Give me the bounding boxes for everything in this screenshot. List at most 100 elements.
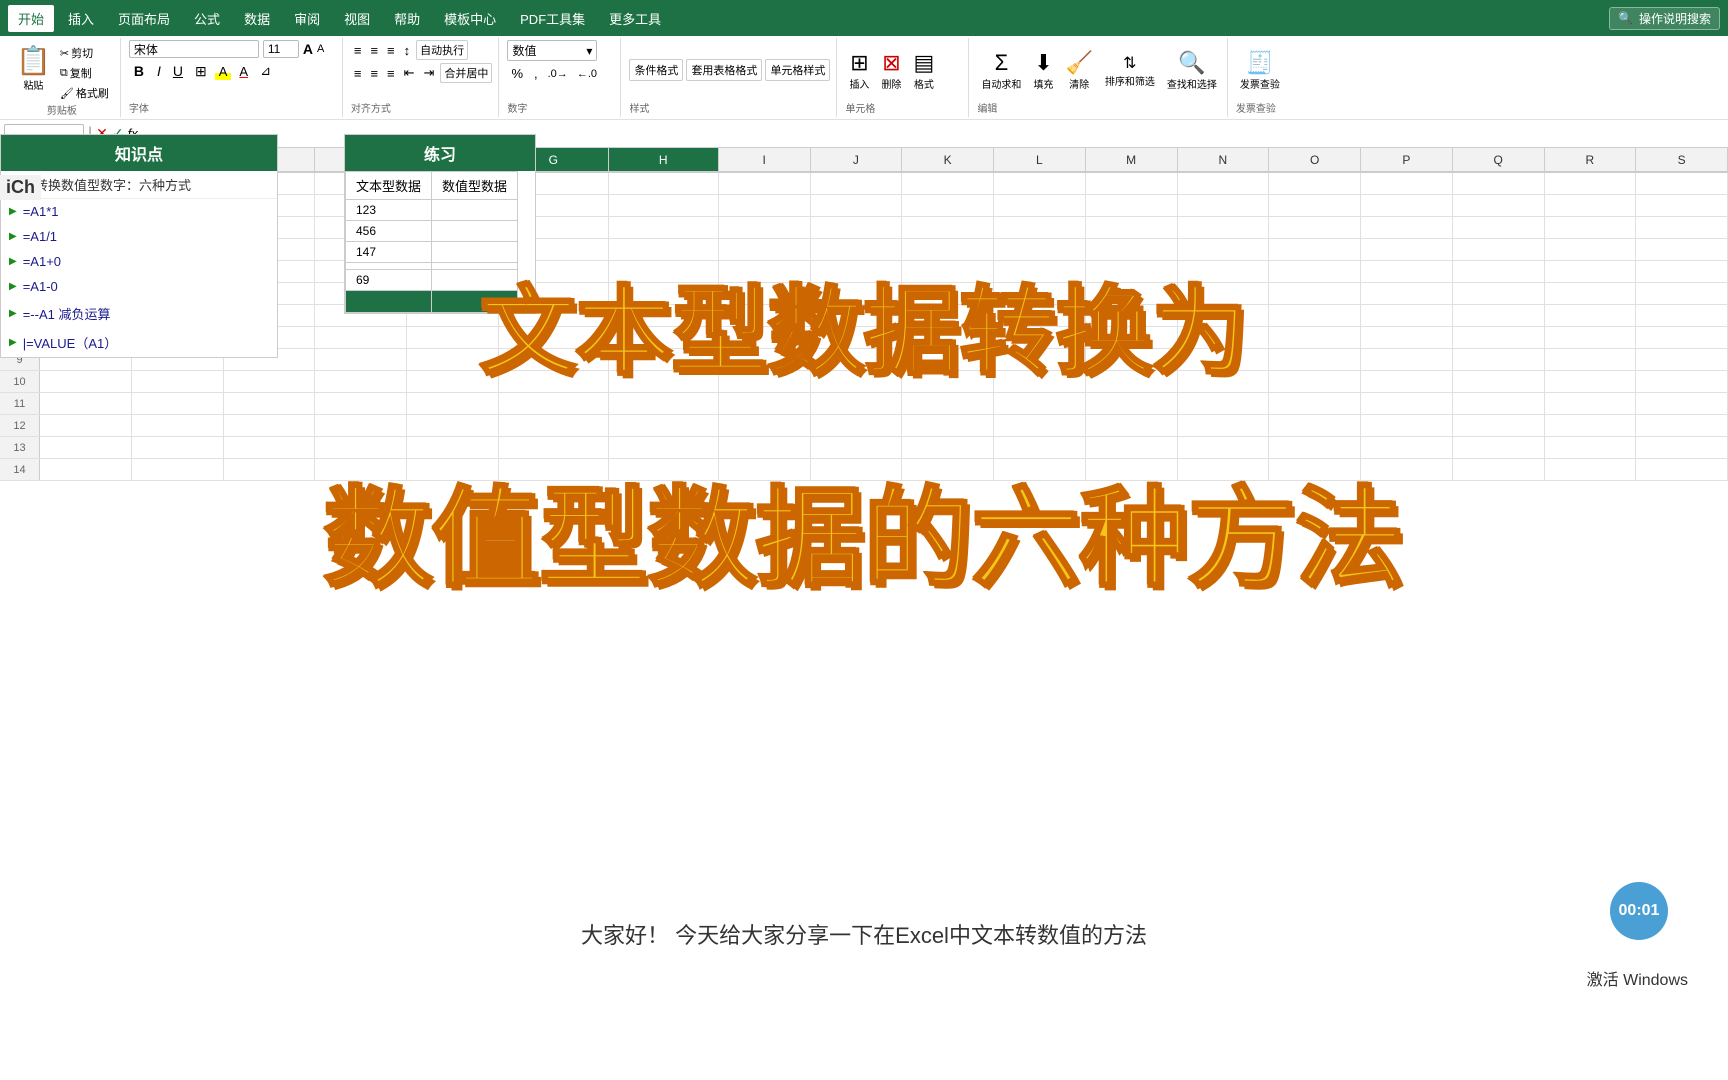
increase-indent2-button[interactable]: ⇥: [421, 64, 438, 82]
cell-g11[interactable]: [499, 393, 609, 414]
cell-e12[interactable]: [315, 415, 407, 436]
cell-r14[interactable]: [1545, 459, 1637, 480]
cell-k3[interactable]: [902, 217, 994, 238]
cell-r2[interactable]: [1545, 195, 1637, 216]
value-cell-4[interactable]: [432, 263, 518, 270]
bold-button[interactable]: B: [129, 61, 149, 81]
cell-c13[interactable]: [132, 437, 224, 458]
tab-start[interactable]: 开始: [8, 5, 54, 32]
cell-k11[interactable]: [902, 393, 994, 414]
text-cell-3[interactable]: 147: [346, 242, 432, 263]
cell-k1[interactable]: [902, 173, 994, 194]
cell-n4[interactable]: [1178, 239, 1270, 260]
cell-o2[interactable]: [1269, 195, 1361, 216]
tab-more-tools[interactable]: 更多工具: [599, 5, 671, 32]
cell-k14[interactable]: [902, 459, 994, 480]
cell-c14[interactable]: [132, 459, 224, 480]
cell-s11[interactable]: [1636, 393, 1728, 414]
align-right-button[interactable]: ≡: [384, 65, 398, 82]
increase-indent-button[interactable]: ⊿: [256, 62, 275, 80]
cell-o4[interactable]: [1269, 239, 1361, 260]
cell-o1[interactable]: [1269, 173, 1361, 194]
cell-g12[interactable]: [499, 415, 609, 436]
cell-d12[interactable]: [224, 415, 316, 436]
cell-m12[interactable]: [1086, 415, 1178, 436]
cell-m1[interactable]: [1086, 173, 1178, 194]
cell-r12[interactable]: [1545, 415, 1637, 436]
cell-s8[interactable]: [1636, 327, 1728, 348]
col-header-m[interactable]: M: [1086, 148, 1178, 171]
cell-l3[interactable]: [994, 217, 1086, 238]
col-header-n[interactable]: N: [1178, 148, 1270, 171]
cell-n1[interactable]: [1178, 173, 1270, 194]
cell-q4[interactable]: [1453, 239, 1545, 260]
cell-l1[interactable]: [994, 173, 1086, 194]
col-header-p[interactable]: P: [1361, 148, 1453, 171]
table-format-button[interactable]: 套用表格格式: [686, 59, 762, 81]
cell-n12[interactable]: [1178, 415, 1270, 436]
cell-f14[interactable]: [407, 459, 499, 480]
auto-execute-button[interactable]: 自动执行: [416, 40, 468, 60]
col-header-l[interactable]: L: [994, 148, 1086, 171]
cell-e14[interactable]: [315, 459, 407, 480]
cell-m13[interactable]: [1086, 437, 1178, 458]
cell-j2[interactable]: [811, 195, 903, 216]
text-cell-2[interactable]: 456: [346, 221, 432, 242]
align-center-button[interactable]: ≡: [367, 65, 381, 82]
italic-button[interactable]: I: [153, 62, 165, 80]
font-color-button[interactable]: A: [235, 63, 252, 80]
cell-g13[interactable]: [499, 437, 609, 458]
cell-k12[interactable]: [902, 415, 994, 436]
cell-r11[interactable]: [1545, 393, 1637, 414]
cell-j1[interactable]: [811, 173, 903, 194]
cell-s4[interactable]: [1636, 239, 1728, 260]
windows-activate-label[interactable]: 激活 Windows: [1587, 966, 1688, 990]
cell-j14[interactable]: [811, 459, 903, 480]
cell-s12[interactable]: [1636, 415, 1728, 436]
cell-p1[interactable]: [1361, 173, 1453, 194]
cell-s3[interactable]: [1636, 217, 1728, 238]
cell-b11[interactable]: [40, 393, 132, 414]
cell-h12[interactable]: [609, 415, 719, 436]
cell-c11[interactable]: [132, 393, 224, 414]
align-bottom-button[interactable]: ≡: [384, 42, 398, 59]
cell-j12[interactable]: [811, 415, 903, 436]
cell-b13[interactable]: [40, 437, 132, 458]
cell-r4[interactable]: [1545, 239, 1637, 260]
col-header-s[interactable]: S: [1636, 148, 1728, 171]
fill-color-button[interactable]: A: [215, 63, 232, 80]
cell-o13[interactable]: [1269, 437, 1361, 458]
underline-button[interactable]: U: [169, 62, 187, 80]
font-size-input[interactable]: [263, 40, 299, 58]
cell-i4[interactable]: [719, 239, 811, 260]
find-select-button[interactable]: 🔍 查找和选择: [1163, 48, 1221, 93]
cell-p14[interactable]: [1361, 459, 1453, 480]
search-box[interactable]: 🔍 操作说明搜索: [1609, 7, 1720, 30]
cell-q3[interactable]: [1453, 217, 1545, 238]
tab-insert[interactable]: 插入: [58, 5, 104, 32]
align-top-button[interactable]: ≡: [351, 42, 365, 59]
cell-h14[interactable]: [609, 459, 719, 480]
cell-j4[interactable]: [811, 239, 903, 260]
cell-h1[interactable]: [609, 173, 719, 194]
tab-page-layout[interactable]: 页面布局: [108, 5, 180, 32]
cell-p12[interactable]: [1361, 415, 1453, 436]
cell-q1[interactable]: [1453, 173, 1545, 194]
cell-s2[interactable]: [1636, 195, 1728, 216]
cell-l2[interactable]: [994, 195, 1086, 216]
text-cell-4[interactable]: [346, 263, 432, 270]
cell-h3[interactable]: [609, 217, 719, 238]
align-left-button[interactable]: ≡: [351, 65, 365, 82]
border-button[interactable]: ⊞: [191, 62, 211, 81]
cell-k2[interactable]: [902, 195, 994, 216]
cell-s13[interactable]: [1636, 437, 1728, 458]
value-cell-1[interactable]: [432, 200, 518, 221]
increase-decimal-button[interactable]: .0→: [545, 66, 571, 82]
cell-i3[interactable]: [719, 217, 811, 238]
percent-button[interactable]: %: [507, 64, 527, 83]
cell-q14[interactable]: [1453, 459, 1545, 480]
fill-button[interactable]: ⬇ 填充: [1029, 48, 1057, 93]
cell-h2[interactable]: [609, 195, 719, 216]
conditional-format-button[interactable]: 条件格式: [629, 59, 683, 81]
auto-sum-button[interactable]: Σ 自动求和: [977, 48, 1025, 93]
